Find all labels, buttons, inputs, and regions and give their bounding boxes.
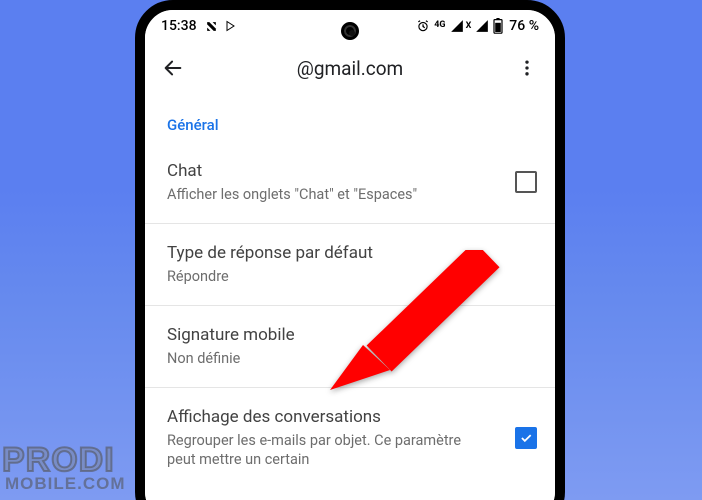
row-conversations-sub: Regrouper les e-mails par objet. Ce para… xyxy=(167,432,533,470)
nfc-icon xyxy=(205,20,218,33)
row-chat-sub: Afficher les onglets "Chat" et "Espaces" xyxy=(167,186,533,205)
overflow-menu-button[interactable] xyxy=(507,48,547,88)
phone-screen: 15:38 4G X 76 % @gmail.com xyxy=(145,10,555,500)
check-icon xyxy=(519,431,533,445)
play-icon xyxy=(224,20,236,32)
row-signature-sub: Non définie xyxy=(167,350,533,369)
front-camera xyxy=(341,22,359,40)
row-reply-title: Type de réponse par défaut xyxy=(167,242,533,264)
row-conversation-view[interactable]: Affichage des conversations Regrouper le… xyxy=(145,388,555,488)
alarm-icon xyxy=(416,19,430,33)
back-arrow-icon xyxy=(162,57,184,79)
app-header: @gmail.com xyxy=(145,42,555,94)
row-chat-title: Chat xyxy=(167,160,533,182)
more-vert-icon xyxy=(517,58,537,78)
row-conversations-title: Affichage des conversations xyxy=(167,406,533,428)
signal-2-icon xyxy=(475,19,489,33)
row-mobile-signature[interactable]: Signature mobile Non définie xyxy=(145,306,555,388)
back-button[interactable] xyxy=(153,48,193,88)
watermark-top: PRODI xyxy=(2,445,126,476)
status-right-icons: 4G X 76 % xyxy=(416,18,539,34)
section-general-label: Général xyxy=(145,94,555,142)
row-chat[interactable]: Chat Afficher les onglets "Chat" et "Esp… xyxy=(145,142,555,224)
phone-frame: 15:38 4G X 76 % @gmail.com xyxy=(135,0,565,500)
status-bar: 15:38 4G X 76 % xyxy=(145,10,555,42)
conversations-checkbox[interactable] xyxy=(515,427,537,449)
network-label: 4G xyxy=(434,22,445,29)
signal-x-icon: X xyxy=(466,21,472,31)
row-default-reply[interactable]: Type de réponse par défaut Répondre xyxy=(145,224,555,306)
battery-percent: 76 % xyxy=(509,18,539,34)
page-title: @gmail.com xyxy=(297,57,403,80)
battery-icon xyxy=(493,18,503,34)
watermark: PRODI MOBILE.COM xyxy=(2,445,126,494)
status-time: 15:38 xyxy=(161,18,197,34)
status-left-icons xyxy=(205,20,236,33)
watermark-bottom: MOBILE.COM xyxy=(2,474,126,494)
row-reply-sub: Répondre xyxy=(167,268,533,287)
signal-icon xyxy=(450,19,464,33)
chat-checkbox[interactable] xyxy=(515,171,537,193)
row-signature-title: Signature mobile xyxy=(167,324,533,346)
